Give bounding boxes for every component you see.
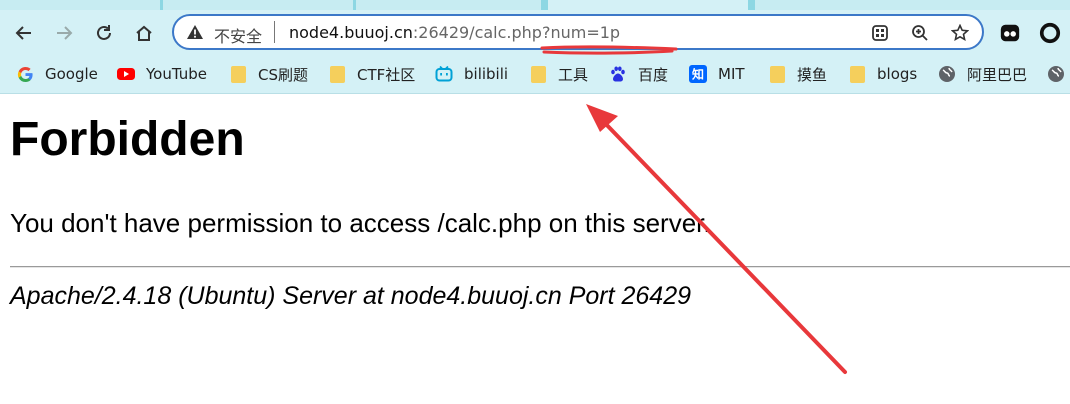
star-icon xyxy=(951,24,969,41)
annotation-underline xyxy=(540,45,678,55)
browser-toolbar: 不安全 node4.buuoj.cn:26429/calc.php?num=1p xyxy=(0,10,1070,56)
tab[interactable] xyxy=(356,0,541,10)
omnibox-divider xyxy=(274,21,275,43)
home-button[interactable] xyxy=(130,19,158,47)
folder-icon xyxy=(768,65,786,83)
bookmark-mit[interactable]: 知 MIT xyxy=(689,62,745,86)
warning-triangle-icon[interactable] xyxy=(186,24,204,40)
home-icon xyxy=(136,25,152,41)
grid-icon xyxy=(872,25,888,41)
globe-icon xyxy=(1047,65,1065,83)
bookmark-folder-cs[interactable]: CS刷题 xyxy=(229,62,308,86)
bookmark-star-button[interactable] xyxy=(950,23,970,43)
tab[interactable] xyxy=(755,0,1070,10)
bookmark-label: 工具 xyxy=(558,65,589,84)
forward-arrow-icon xyxy=(57,26,73,40)
reload-button[interactable] xyxy=(90,19,118,47)
bookmark-label: 百度 xyxy=(638,65,669,84)
youtube-icon xyxy=(117,65,135,83)
url-text[interactable]: node4.buuoj.cn:26429/calc.php?num=1p xyxy=(289,23,620,42)
bookmark-folder-moyu[interactable]: 摸鱼 xyxy=(768,62,827,86)
bookmark-label: CS刷题 xyxy=(258,65,308,84)
folder-icon xyxy=(229,65,247,83)
folder-icon xyxy=(529,65,547,83)
bookmark-bilibili[interactable]: bilibili xyxy=(435,62,508,86)
bookmark-google[interactable]: Google xyxy=(16,62,98,86)
not-secure-label[interactable]: 不安全 xyxy=(214,23,262,47)
bookmark-alibaba[interactable]: 阿里巴巴 xyxy=(938,62,1027,86)
bookmark-label: bilibili xyxy=(464,65,509,83)
back-button[interactable] xyxy=(10,19,38,47)
server-signature: Apache/2.4.18 (Ubuntu) Server at node4.b… xyxy=(10,282,692,310)
zhihu-icon: 知 xyxy=(689,65,707,83)
zoom-button[interactable] xyxy=(910,23,930,43)
horizontal-rule xyxy=(10,266,1070,268)
bookmark-folder-tools[interactable]: 工具 xyxy=(529,62,588,86)
profile-button[interactable] xyxy=(1038,21,1062,45)
tab[interactable] xyxy=(163,0,353,10)
bookmark-folder-ctf[interactable]: CTF社区 xyxy=(328,62,415,86)
tab-strip xyxy=(0,0,1070,10)
bookmark-label: Google xyxy=(45,65,98,83)
folder-icon xyxy=(848,65,866,83)
globe-icon xyxy=(938,65,956,83)
bookmark-overflow[interactable] xyxy=(1047,62,1070,86)
bookmark-youtube[interactable]: YouTube xyxy=(117,62,207,86)
bookmark-label: CTF社区 xyxy=(357,65,416,84)
bookmark-label: YouTube xyxy=(146,65,207,83)
forward-button[interactable] xyxy=(50,19,78,47)
tab[interactable] xyxy=(0,0,160,10)
bookmark-label: MIT xyxy=(718,65,745,83)
bookmark-label: 摸鱼 xyxy=(797,65,828,84)
folder-icon xyxy=(328,65,346,83)
tab-active[interactable] xyxy=(548,0,748,10)
page-title: Forbidden xyxy=(10,113,245,166)
bilibili-icon xyxy=(435,65,453,83)
url-path: :26429/calc.php?num=1p xyxy=(412,23,621,42)
profile-circle-icon xyxy=(1039,22,1061,44)
extension-button[interactable] xyxy=(998,21,1022,45)
reload-icon xyxy=(97,25,111,40)
bookmark-label: blogs xyxy=(877,65,918,83)
svg-text:知: 知 xyxy=(691,67,704,82)
bookmark-baidu[interactable]: 百度 xyxy=(609,62,668,86)
back-arrow-icon xyxy=(15,26,31,40)
bookmark-label: 阿里巴巴 xyxy=(967,65,1028,84)
bookmarks-bar: Google YouTube CS刷题 CTF社区 bilibili 工具 百度… xyxy=(0,56,1070,94)
url-host: node4.buuoj.cn xyxy=(289,23,413,42)
error-message: You don't have permission to access /cal… xyxy=(10,208,711,238)
extension-icon xyxy=(1000,24,1020,42)
app-grid-button[interactable] xyxy=(870,23,890,43)
bookmark-folder-blogs[interactable]: blogs xyxy=(848,62,917,86)
baidu-icon xyxy=(609,65,627,83)
zoom-in-icon xyxy=(912,25,928,41)
google-icon xyxy=(16,65,34,83)
